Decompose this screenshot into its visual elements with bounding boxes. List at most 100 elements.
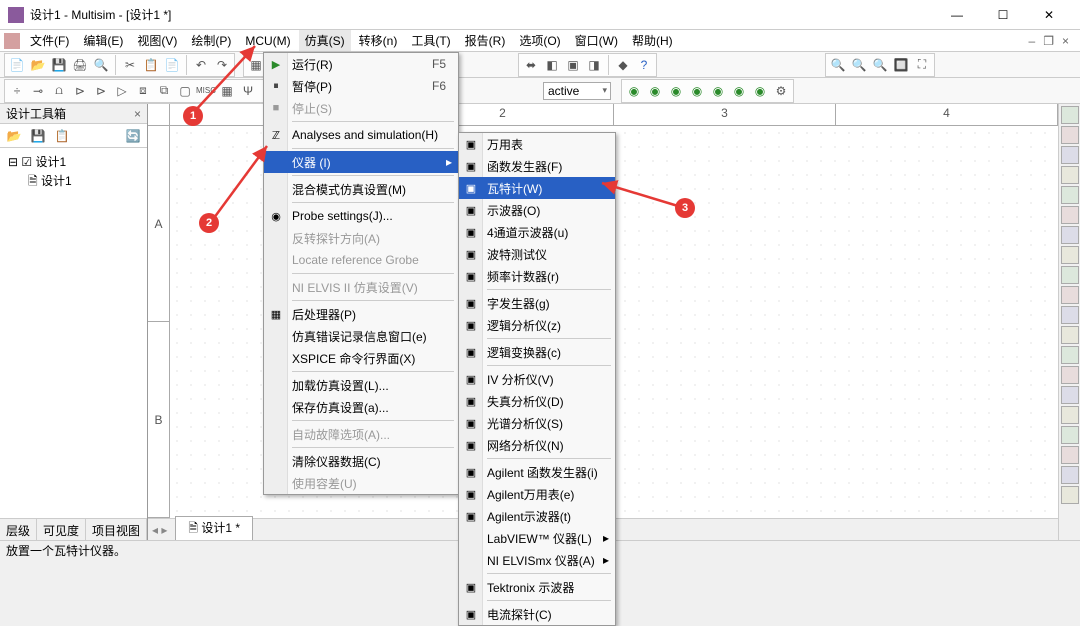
tab-visibility[interactable]: 可见度: [37, 519, 86, 540]
menu-autofault[interactable]: 自动故障选项(A)...: [264, 423, 458, 445]
sheet-nav[interactable]: ◂ ▸: [148, 523, 171, 537]
comp-btn-5[interactable]: ⊳: [91, 81, 111, 101]
probe-btn-7[interactable]: ◉: [750, 81, 770, 101]
menu-options[interactable]: 选项(O): [513, 30, 566, 51]
menu-xspice[interactable]: XSPICE 命令行界面(X): [264, 347, 458, 369]
zoom-fit-icon[interactable]: 🔍: [828, 55, 848, 75]
inst-btn-18[interactable]: [1061, 446, 1079, 464]
mdi-restore[interactable]: ❐: [1040, 34, 1057, 48]
menu-run[interactable]: ▶运行(R)F5: [264, 53, 458, 75]
inst-logican[interactable]: ▣逻辑分析仪(z): [459, 314, 615, 336]
inst-netan[interactable]: ▣网络分析仪(N): [459, 434, 615, 456]
inst-btn-9[interactable]: [1061, 266, 1079, 284]
toolbox-btn-4[interactable]: 🔄: [123, 126, 143, 146]
tab-project[interactable]: 项目视图: [86, 519, 147, 540]
tree-child[interactable]: 🗎 设计1: [4, 171, 143, 194]
menu-mixed-mode[interactable]: 混合模式仿真设置(M): [264, 178, 458, 200]
comp-btn-3[interactable]: ⩍: [49, 81, 69, 101]
comp-btn-1[interactable]: ÷: [7, 81, 27, 101]
inst-agmm[interactable]: ▣Agilent万用表(e): [459, 483, 615, 505]
preview-button[interactable]: 🔍: [91, 55, 111, 75]
menu-elvis[interactable]: NI ELVIS II 仿真设置(V): [264, 276, 458, 298]
inst-btn-3[interactable]: [1061, 146, 1079, 164]
inst-btn-7[interactable]: [1061, 226, 1079, 244]
menu-pause[interactable]: ⏸暂停(P)F6: [264, 75, 458, 97]
menu-postproc[interactable]: ▦后处理器(P): [264, 303, 458, 325]
inst-btn-5[interactable]: [1061, 186, 1079, 204]
mdi-close[interactable]: ×: [1059, 34, 1072, 48]
print-button[interactable]: 🖨: [70, 55, 90, 75]
probe-btn-5[interactable]: ◉: [708, 81, 728, 101]
maximize-button[interactable]: ☐: [980, 0, 1026, 30]
comp-btn-12[interactable]: Ψ: [238, 81, 258, 101]
probe-btn-1[interactable]: ◉: [624, 81, 644, 101]
menu-save-sim[interactable]: 保存仿真设置(a)...: [264, 396, 458, 418]
comp-btn-8[interactable]: ⧉: [154, 81, 174, 101]
probe-btn-2[interactable]: ◉: [645, 81, 665, 101]
menu-tools[interactable]: 工具(T): [405, 30, 456, 51]
toolbox-close-icon[interactable]: ×: [134, 107, 141, 121]
tb-btn-c4[interactable]: ◨: [584, 55, 604, 75]
inst-ivan[interactable]: ▣IV 分析仪(V): [459, 368, 615, 390]
tb-btn-c5[interactable]: ◆: [613, 55, 633, 75]
inst-multimeter[interactable]: ▣万用表: [459, 133, 615, 155]
tb-btn-c2[interactable]: ◧: [542, 55, 562, 75]
comp-btn-11[interactable]: ▦: [217, 81, 237, 101]
menu-stop[interactable]: ■停止(S): [264, 97, 458, 119]
menu-window[interactable]: 窗口(W): [569, 30, 624, 51]
menu-probe-settings[interactable]: ◉Probe settings(J)...: [264, 205, 458, 227]
inst-btn-10[interactable]: [1061, 286, 1079, 304]
toolbox-btn-3[interactable]: 📋: [52, 126, 72, 146]
menu-reverse-probe[interactable]: 反转探针方向(A): [264, 227, 458, 249]
menu-reports[interactable]: 报告(R): [459, 30, 512, 51]
inst-btn-13[interactable]: [1061, 346, 1079, 364]
inst-freqcnt[interactable]: ▣频率计数器(r): [459, 265, 615, 287]
menu-place[interactable]: 绘制(P): [185, 30, 237, 51]
redo-button[interactable]: ↷: [212, 55, 232, 75]
inst-btn-6[interactable]: [1061, 206, 1079, 224]
comp-btn-2[interactable]: ⊸: [28, 81, 48, 101]
menu-simulate[interactable]: 仿真(S): [299, 30, 351, 51]
tree-root[interactable]: ⊟ ☑ 设计1: [4, 152, 143, 171]
probe-btn-3[interactable]: ◉: [666, 81, 686, 101]
inst-btn-15[interactable]: [1061, 386, 1079, 404]
menu-clear-data[interactable]: 清除仪器数据(C): [264, 450, 458, 472]
undo-button[interactable]: ↶: [191, 55, 211, 75]
save-button[interactable]: 💾: [49, 55, 69, 75]
menu-file[interactable]: 文件(F): [24, 30, 75, 51]
new-button[interactable]: 📄: [7, 55, 27, 75]
inst-agsc[interactable]: ▣Agilent示波器(t): [459, 505, 615, 527]
inst-spectrum[interactable]: ▣光谱分析仪(S): [459, 412, 615, 434]
menu-load-sim[interactable]: 加载仿真设置(L)...: [264, 374, 458, 396]
inst-scope[interactable]: ▣示波器(O): [459, 199, 615, 221]
inst-currprobe[interactable]: ▣电流探针(C): [459, 603, 615, 625]
mdi-minimize[interactable]: –: [1026, 34, 1039, 48]
close-button[interactable]: ✕: [1026, 0, 1072, 30]
menu-errlog[interactable]: 仿真错误记录信息窗口(e): [264, 325, 458, 347]
help-icon[interactable]: ?: [634, 55, 654, 75]
paste-button[interactable]: 📄: [162, 55, 182, 75]
inst-funcgen[interactable]: ▣函数发生器(F): [459, 155, 615, 177]
inst-btn-12[interactable]: [1061, 326, 1079, 344]
comp-btn-10[interactable]: MISC: [196, 81, 216, 101]
inst-elvismx[interactable]: NI ELVISmx 仪器(A)▸: [459, 549, 615, 571]
inst-distort[interactable]: ▣失真分析仪(D): [459, 390, 615, 412]
inst-btn-16[interactable]: [1061, 406, 1079, 424]
fullscreen-icon[interactable]: ⛶: [912, 55, 932, 75]
menu-edit[interactable]: 编辑(E): [77, 30, 129, 51]
inst-tek[interactable]: ▣Tektronix 示波器: [459, 576, 615, 598]
inst-wordgen[interactable]: ▣字发生器(g): [459, 292, 615, 314]
comp-btn-6[interactable]: ▷: [112, 81, 132, 101]
open-button[interactable]: 📂: [28, 55, 48, 75]
menu-help[interactable]: 帮助(H): [626, 30, 679, 51]
minimize-button[interactable]: —: [934, 0, 980, 30]
menu-instruments[interactable]: 仪器 (I)▸: [264, 151, 458, 173]
menu-tolerance[interactable]: 使用容差(U): [264, 472, 458, 494]
toolbox-btn-1[interactable]: 📂: [4, 126, 24, 146]
inst-scope4[interactable]: ▣4通道示波器(u): [459, 221, 615, 243]
inst-btn-1[interactable]: [1061, 106, 1079, 124]
toolbox-btn-2[interactable]: 💾: [28, 126, 48, 146]
tb-btn-c3[interactable]: ▣: [563, 55, 583, 75]
design-tree[interactable]: ⊟ ☑ 设计1 🗎 设计1: [0, 148, 147, 518]
menu-view[interactable]: 视图(V): [131, 30, 183, 51]
